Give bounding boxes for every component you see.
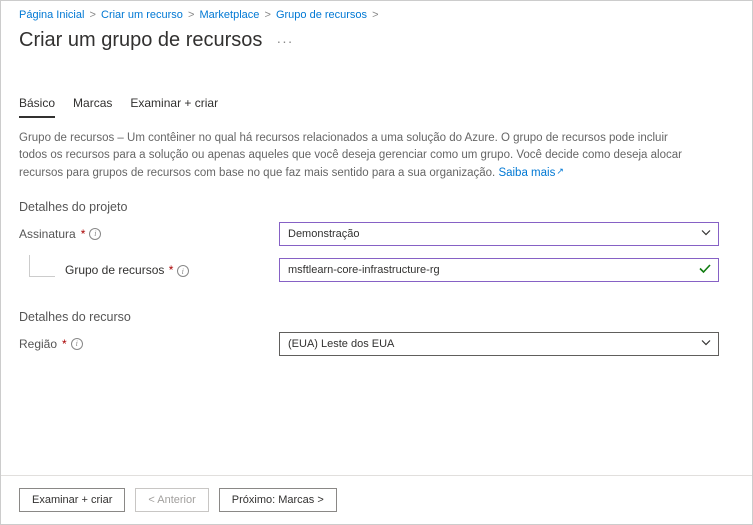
- info-icon[interactable]: i: [71, 338, 83, 350]
- chevron-right-icon: >: [372, 9, 378, 21]
- footer-actions: Examinar + criar < Anterior Próximo: Mar…: [1, 475, 752, 524]
- section-project-details: Detalhes do projeto: [1, 182, 752, 214]
- description-text: Grupo de recursos – Um contêiner no qual…: [1, 118, 711, 182]
- breadcrumb-resource-group[interactable]: Grupo de recursos: [276, 9, 367, 21]
- row-resource-group: Grupo de recursos * i msftlearn-core-inf…: [1, 246, 752, 282]
- subscription-label: Assinatura: [19, 227, 76, 241]
- page-title: Criar um grupo de recursos ···: [1, 21, 752, 52]
- chevron-right-icon: >: [188, 9, 194, 21]
- region-dropdown[interactable]: (EUA) Leste dos EUA: [279, 332, 719, 356]
- breadcrumb-marketplace[interactable]: Marketplace: [199, 9, 259, 21]
- breadcrumb-home[interactable]: Página Inicial: [19, 9, 84, 21]
- next-button[interactable]: Próximo: Marcas >: [219, 488, 337, 512]
- tab-tags[interactable]: Marcas: [73, 96, 112, 118]
- check-icon: [698, 261, 712, 278]
- breadcrumb-create-resource[interactable]: Criar um recurso: [101, 9, 183, 21]
- tab-basic[interactable]: Básico: [19, 96, 55, 118]
- previous-button: < Anterior: [135, 488, 208, 512]
- review-create-button[interactable]: Examinar + criar: [19, 488, 125, 512]
- chevron-right-icon: >: [90, 9, 96, 21]
- row-subscription: Assinatura * i Demonstração: [1, 214, 752, 246]
- subscription-dropdown[interactable]: Demonstração: [279, 222, 719, 246]
- indent-connector-icon: [29, 255, 55, 277]
- external-link-icon: ↗: [556, 166, 564, 176]
- chevron-right-icon: >: [264, 9, 270, 21]
- resource-group-input[interactable]: msftlearn-core-infrastructure-rg: [279, 258, 719, 282]
- info-icon[interactable]: i: [89, 228, 101, 240]
- info-icon[interactable]: i: [177, 265, 189, 277]
- required-asterisk: *: [81, 227, 86, 241]
- breadcrumb: Página Inicial > Criar um recurso > Mark…: [1, 1, 752, 21]
- tab-review-create[interactable]: Examinar + criar: [130, 96, 218, 118]
- required-asterisk: *: [62, 337, 67, 351]
- resource-group-label: Grupo de recursos: [65, 263, 164, 277]
- region-label: Região: [19, 337, 57, 351]
- row-region: Região * i (EUA) Leste dos EUA: [1, 324, 752, 356]
- section-resource-details: Detalhes do recurso: [1, 282, 752, 324]
- tabs: Básico Marcas Examinar + criar: [1, 52, 752, 118]
- required-asterisk: *: [169, 263, 174, 277]
- chevron-down-icon: [700, 226, 712, 241]
- more-actions-icon[interactable]: ···: [276, 33, 293, 49]
- chevron-down-icon: [700, 336, 712, 351]
- learn-more-link[interactable]: Saiba mais↗: [498, 167, 563, 179]
